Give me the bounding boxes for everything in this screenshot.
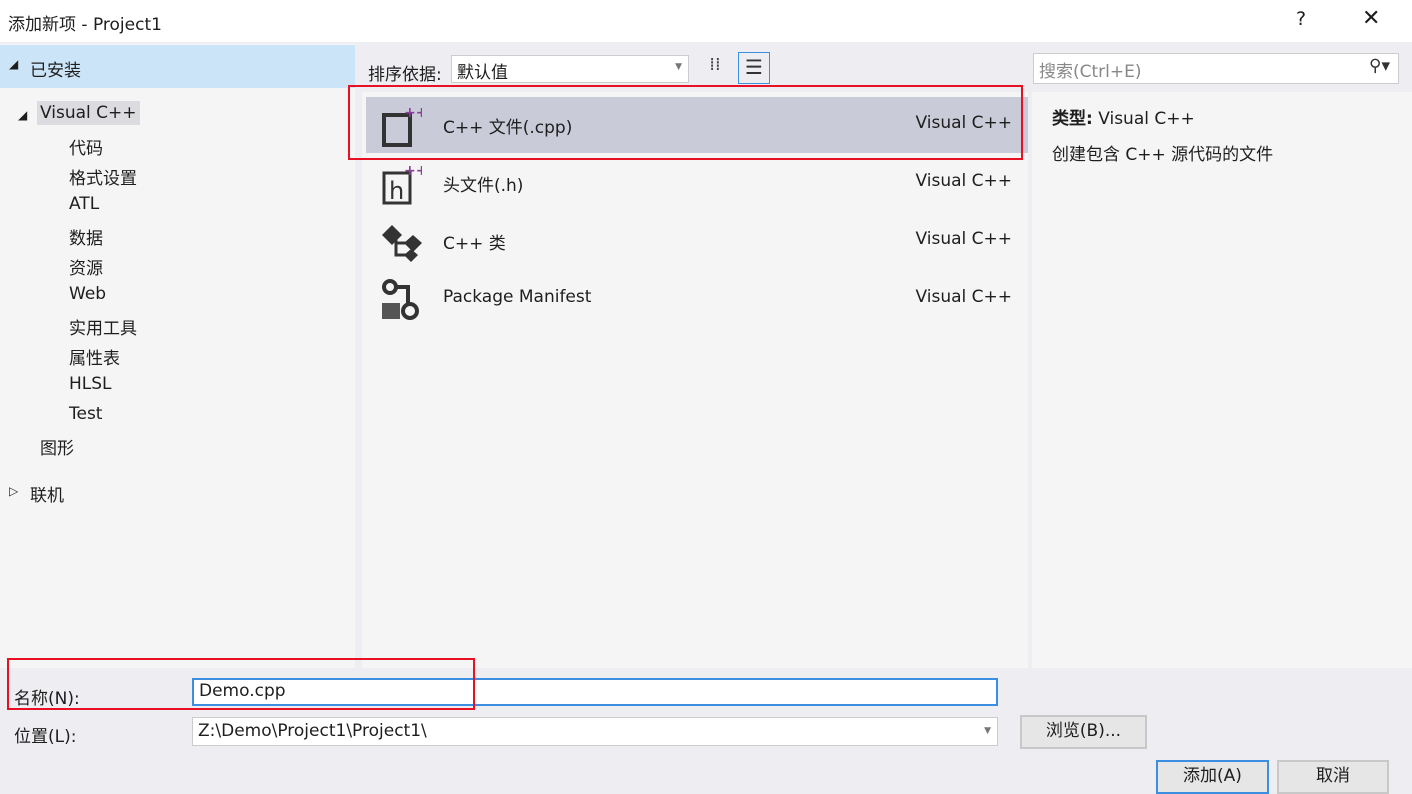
- search-placeholder: 搜索(Ctrl+E): [1039, 62, 1142, 82]
- expanded-arrow-icon: ◢: [9, 57, 19, 71]
- template-type: Visual C++: [915, 287, 1012, 307]
- tree-item-child[interactable]: HLSL: [69, 374, 112, 394]
- tree-item-child[interactable]: Web: [69, 284, 106, 304]
- template-name: 头文件(.h): [443, 176, 524, 196]
- template-type: Visual C++: [915, 229, 1012, 249]
- header-file-icon: h ++: [380, 163, 427, 205]
- browse-button[interactable]: 浏览(B)...: [1020, 715, 1147, 749]
- tree-item-visual-cpp[interactable]: Visual C++: [37, 101, 140, 125]
- location-select[interactable]: Z:\Demo\Project1\Project1\ ▼: [192, 717, 998, 746]
- details-pane: [1032, 92, 1412, 668]
- tree-item-child[interactable]: 格式设置: [69, 164, 137, 189]
- type-value: Visual C++: [1098, 109, 1195, 129]
- sort-select[interactable]: 默认值 ▼: [451, 55, 689, 83]
- cancel-button[interactable]: 取消: [1277, 760, 1389, 794]
- svg-text:h: h: [389, 177, 404, 205]
- tree-label: 已安装: [30, 61, 81, 81]
- package-manifest-icon: [380, 279, 422, 321]
- highlight-box: [7, 658, 475, 710]
- tree-item-child[interactable]: ATL: [69, 194, 99, 214]
- tree-item-child[interactable]: 代码: [69, 134, 103, 159]
- template-description: 创建包含 C++ 源代码的文件: [1052, 145, 1274, 165]
- template-item[interactable]: C++ 类 Visual C++: [366, 213, 1028, 269]
- close-button[interactable]: ✕: [1362, 6, 1380, 31]
- search-icon: ⚲▾: [1369, 56, 1390, 76]
- template-item[interactable]: h ++ 头文件(.h) Visual C++: [366, 155, 1028, 211]
- tree-item-graphics[interactable]: 图形: [40, 434, 74, 459]
- small-icons-view-button[interactable]: ⁞⁞: [702, 54, 728, 82]
- tree-item-child[interactable]: Test: [69, 404, 102, 424]
- template-item[interactable]: Package Manifest Visual C++: [366, 271, 1028, 327]
- expanded-arrow-icon: ◢: [18, 108, 28, 122]
- tree-item-child[interactable]: 属性表: [69, 344, 120, 369]
- tree-item-online[interactable]: 联机: [30, 481, 64, 506]
- sort-label: 排序依据:: [368, 65, 442, 85]
- help-button[interactable]: ?: [1296, 8, 1306, 30]
- sort-value: 默认值: [457, 63, 508, 83]
- svg-text:++: ++: [404, 163, 422, 179]
- category-tree: [0, 44, 355, 668]
- tree-item-child[interactable]: 资源: [69, 254, 103, 279]
- tree-item-child[interactable]: 数据: [69, 224, 103, 249]
- title-bar: [0, 0, 1412, 42]
- chevron-down-icon: ▼: [675, 62, 682, 72]
- add-button[interactable]: 添加(A): [1156, 760, 1269, 794]
- chevron-down-icon: ▼: [984, 726, 991, 736]
- search-input[interactable]: 搜索(Ctrl+E) ⚲▾: [1033, 53, 1399, 84]
- type-label: 类型:: [1052, 109, 1093, 129]
- tree-item-installed[interactable]: ◢ 已安装: [0, 45, 355, 88]
- cpp-class-icon: [380, 221, 422, 263]
- collapsed-arrow-icon: ▷: [9, 484, 19, 498]
- template-name: C++ 类: [443, 234, 506, 254]
- window-title: 添加新项 - Project1: [8, 15, 162, 35]
- location-value: Z:\Demo\Project1\Project1\: [198, 721, 427, 741]
- template-name: Package Manifest: [443, 287, 592, 307]
- list-view-button[interactable]: ☰: [738, 52, 770, 84]
- tree-item-child[interactable]: 实用工具: [69, 314, 137, 339]
- highlight-box: [348, 85, 1023, 160]
- location-label: 位置(L):: [14, 727, 77, 747]
- template-type: Visual C++: [915, 171, 1012, 191]
